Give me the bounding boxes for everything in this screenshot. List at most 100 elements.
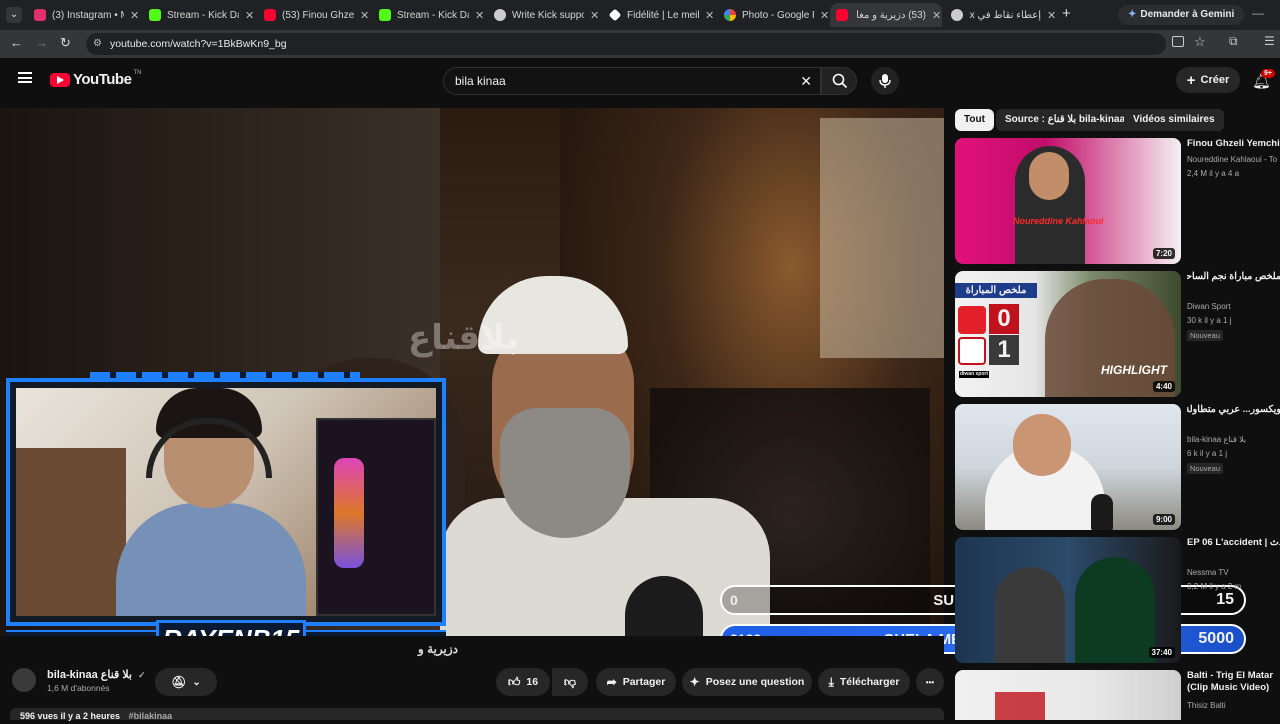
search-input[interactable]: bila kinaa ✕ [443,67,821,95]
recommended-video[interactable]: Noureddine Kahlaoui 7:20 Finou Ghzeli Ye… [955,138,1280,264]
channel-name[interactable]: bila-kinaa بلا قناع ✓ [47,668,146,681]
browser-tab[interactable]: Write Kick suppo ✕ [488,3,599,27]
thumb-caption: HIGHLIGHT [1101,363,1167,377]
video-thumbnail[interactable]: 37:40 [955,537,1181,663]
close-icon[interactable]: ✕ [590,9,599,22]
create-button[interactable]: + Créer [1176,67,1240,93]
description-box[interactable]: 596 vues il y a 2 heures #bilakinaa [10,708,944,721]
chip-all[interactable]: Tout [955,109,994,131]
install-app-icon[interactable] [1172,36,1184,47]
video-title[interactable]: ملخص مباراة نجم الساحل والنادي الافريقي … [1187,271,1280,283]
video-channel[interactable]: Diwan Sport [1187,302,1280,311]
goal-current: 0 [730,592,738,608]
back-icon[interactable]: ← [10,35,23,50]
video-title[interactable]: Finou Ghzeli Yemchi [1187,138,1280,150]
recommended-video[interactable]: 9:00 ويكسور... عربي متطاولة في بن عسور..… [955,404,1280,530]
bell-off-icon: 🔕︎ [171,675,187,689]
channel-avatar[interactable] [12,668,36,692]
recommended-video[interactable]: ملخص المباراة 0 1 diwan sport HIGHLIGHT … [955,271,1280,397]
video-title[interactable]: EP 06 L'accident | الحلقة 06 | حوادث [1187,537,1280,549]
browser-toolbar: ← → ↻ ⚙ youtube.com/watch?v=1BkBwKn9_bg … [0,30,1280,58]
like-button[interactable]: 👍︎ 16 [496,668,550,696]
browser-tab[interactable]: إعطاء نقاط في Rix ✕ [945,3,1056,27]
thumbs-up-icon: 👍︎ [507,674,521,689]
video-channel[interactable]: Nessma TV [1187,568,1280,577]
video-duration: 7:20 [1152,248,1175,259]
more-icon: ••• [925,677,935,687]
recommended-video[interactable]: 37:40 EP 06 L'accident | الحلقة 06 | حوا… [955,537,1280,663]
forward-icon[interactable]: → [35,35,48,50]
video-duration: 4:40 [1152,381,1175,392]
close-icon[interactable]: ✕ [820,9,829,22]
video-thumbnail[interactable]: Noureddine Kahlaoui 7:20 [955,138,1181,264]
reload-icon[interactable]: ↻ [60,35,71,51]
ask-button[interactable]: ✦ Posez une question [682,668,812,696]
voice-search-button[interactable] [871,67,899,95]
close-icon[interactable]: ✕ [245,9,254,22]
search-button[interactable] [821,67,857,95]
share-icon: ➦ [606,675,617,689]
video-channel[interactable]: bila-kinaa بلا قناع [1187,435,1280,444]
video-channel[interactable]: Noureddine Kahlaoui - To [1187,155,1280,164]
browser-tab-active[interactable]: (53) دزيرية و مغا ✕ [830,3,942,27]
new-badge: Nouveau [1187,463,1224,474]
gemini-icon: ✦ [1128,9,1137,20]
extensions-icon[interactable]: ⧉ [1229,34,1238,49]
close-icon[interactable]: ✕ [130,9,139,22]
video-thumbnail[interactable] [955,670,1181,720]
clear-search-icon[interactable]: ✕ [800,68,812,94]
youtube-logo[interactable]: YouTube TN [50,69,142,88]
close-icon[interactable]: ✕ [1047,9,1056,22]
youtube-icon [836,9,848,21]
channel-info[interactable]: bila-kinaa بلا قناع ✓ 1,6 M d'abonnés [47,668,146,693]
bookmark-star-icon[interactable]: ☆ [1194,34,1206,50]
microphone-icon [879,74,891,88]
close-icon[interactable]: ✕ [705,9,714,22]
sparkle-icon: ✦ [689,675,700,689]
download-button[interactable]: ⤓ Télécharger [818,668,910,696]
dislike-button[interactable]: 👎︎ [552,668,588,696]
address-bar[interactable]: ⚙ youtube.com/watch?v=1BkBwKn9_bg [86,33,1166,55]
tab-title: Write Kick suppo [512,9,584,21]
youtube-play-icon [50,72,70,87]
close-icon[interactable]: ✕ [932,9,941,22]
video-title[interactable]: Balti - Trig El Matar (Clip Music Video) [1187,670,1280,694]
browser-tab[interactable]: (3) Instagram • M ✕ [28,3,139,27]
video-channel[interactable]: Thisiz Balti [1187,701,1280,710]
minimize-icon[interactable]: — [1252,6,1264,20]
download-icon: ⤓ [828,674,834,689]
score-title: ملخص المباراة [955,283,1037,298]
tab-title: Photo - Google P [742,9,814,21]
notifications-button[interactable]: 🔔︎ 9+ [1252,69,1275,90]
chip-source[interactable]: Source : بلا قناع bila-kinaa [996,109,1135,131]
chatgpt-icon [494,9,506,21]
plus-icon: + [1186,71,1196,89]
close-icon[interactable]: ✕ [360,9,369,22]
share-button[interactable]: ➦ Partager [596,668,676,696]
sidebar-icon[interactable]: ☰ [1264,34,1275,48]
menu-icon[interactable] [18,72,32,83]
close-icon[interactable]: ✕ [475,9,484,22]
gemini-button[interactable]: ✦ Demander à Gemini [1118,5,1245,25]
notification-settings-button[interactable]: 🔕︎ ⌄ [155,668,217,696]
video-thumbnail[interactable]: ملخص المباراة 0 1 diwan sport HIGHLIGHT … [955,271,1181,397]
video-watermark: بلاقناع [408,318,519,358]
region-code: TN [133,69,142,76]
more-actions-button[interactable]: ••• [916,668,944,696]
browser-tab[interactable]: Stream - Kick Das ✕ [373,3,484,27]
browser-tab[interactable]: Photo - Google P ✕ [718,3,829,27]
tab-list-icon[interactable]: ⌄ [6,7,22,23]
video-title[interactable]: ويكسور... عربي متطاولة في بن عسور...مانا… [1187,404,1280,416]
site-info-icon[interactable]: ⚙ [93,33,102,55]
browser-tab[interactable]: Stream - Kick Das ✕ [143,3,254,27]
webcam-person-body [116,503,306,616]
team-logo-white [958,337,986,365]
chip-similar[interactable]: Vidéos similaires [1124,109,1224,131]
browser-tab[interactable]: Fidélité | Le meill ✕ [603,3,714,27]
webcam-overlay: ♛ rayenb15 RAYENB15 rayenb15 [0,368,452,658]
recommended-video[interactable]: Balti - Trig El Matar (Clip Music Video)… [955,670,1280,720]
video-thumbnail[interactable]: 9:00 [955,404,1181,530]
browser-tab[interactable]: (53) Finou Ghzeli ✕ [258,3,369,27]
google-photos-icon [724,9,736,21]
new-tab-button[interactable]: + [1062,5,1071,22]
